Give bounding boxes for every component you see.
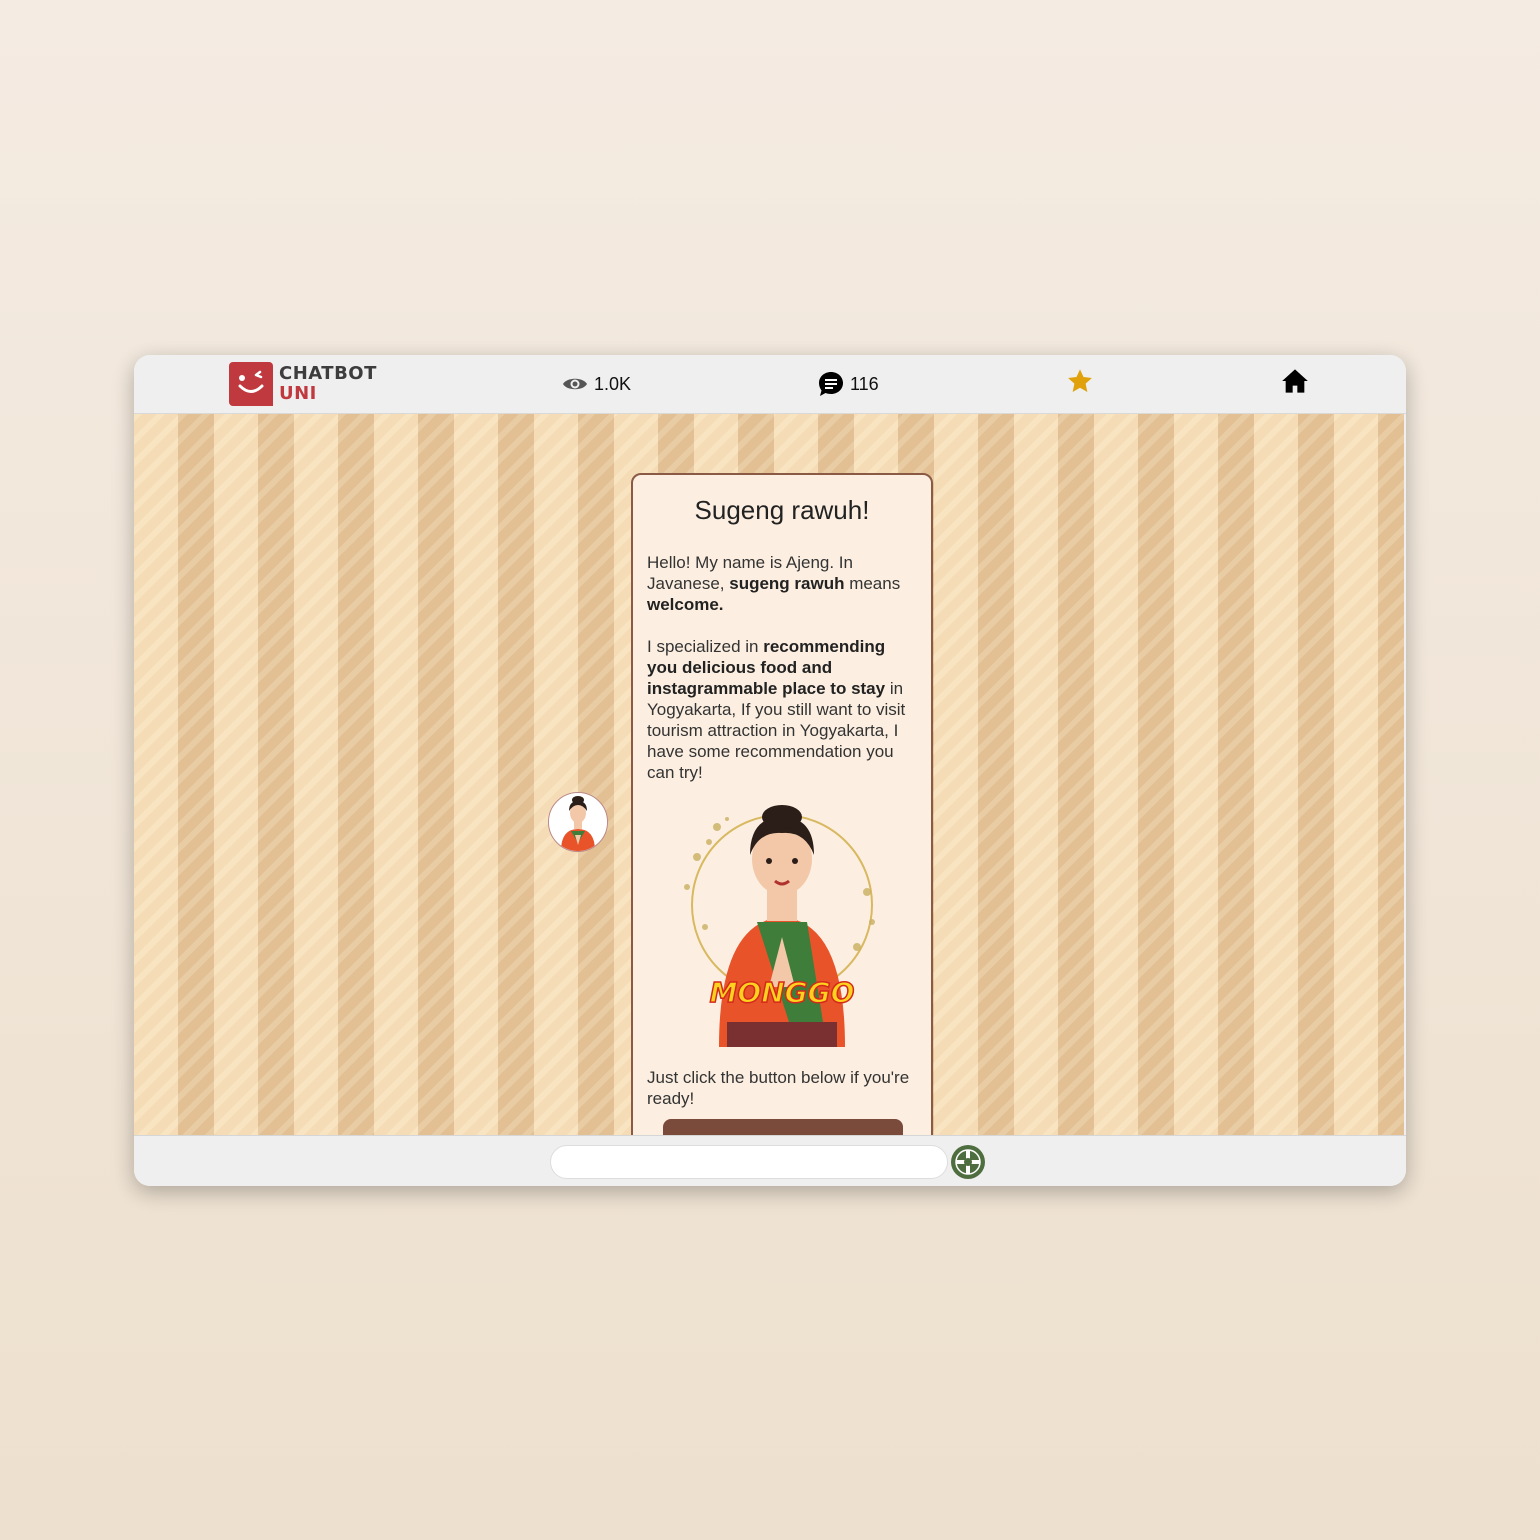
views-count: 1.0K xyxy=(594,373,632,394)
outro-text: Just click the button below if you're re… xyxy=(647,1068,910,1108)
app-window: CHATBOT UNI 1.0K 116 Sugeng rawuh! Hello… xyxy=(134,355,1406,1186)
chat-icon xyxy=(819,372,843,396)
send-icon xyxy=(951,1145,985,1179)
messages-counter: 116 xyxy=(818,370,879,398)
message-input[interactable] xyxy=(550,1145,948,1179)
eye-icon xyxy=(563,378,587,390)
logo-title: CHATBOT xyxy=(279,363,377,384)
logo-icon xyxy=(229,362,273,406)
monggo-illustration: MONGGO xyxy=(657,797,907,1047)
app-logo[interactable]: CHATBOT UNI xyxy=(229,361,377,407)
intro-bold-welcome: welcome. xyxy=(647,595,724,614)
monggo-label: MONGGO xyxy=(710,976,855,1009)
welcome-message-card: Sugeng rawuh! Hello! My name is Ajeng. I… xyxy=(631,473,933,1135)
start-button[interactable] xyxy=(663,1119,903,1135)
views-counter: 1.0K xyxy=(562,370,631,398)
specialty-text: I specialized in recommending you delici… xyxy=(647,637,906,782)
composer-bar xyxy=(134,1135,1406,1186)
intro-text: Hello! My name is Ajeng. In Javanese, su… xyxy=(647,553,901,614)
messages-count: 116 xyxy=(850,373,879,394)
card-title: Sugeng rawuh! xyxy=(694,495,870,525)
home-icon[interactable] xyxy=(1280,366,1310,396)
intro-bold-phrase: sugeng rawuh xyxy=(729,574,845,593)
send-button[interactable] xyxy=(950,1144,986,1180)
logo-subtitle: UNI xyxy=(279,383,317,404)
star-icon[interactable] xyxy=(1065,366,1095,396)
chat-area[interactable]: Sugeng rawuh! Hello! My name is Ajeng. I… xyxy=(134,414,1404,1135)
bot-avatar xyxy=(548,792,608,852)
top-bar: CHATBOT UNI 1.0K 116 xyxy=(134,355,1406,414)
